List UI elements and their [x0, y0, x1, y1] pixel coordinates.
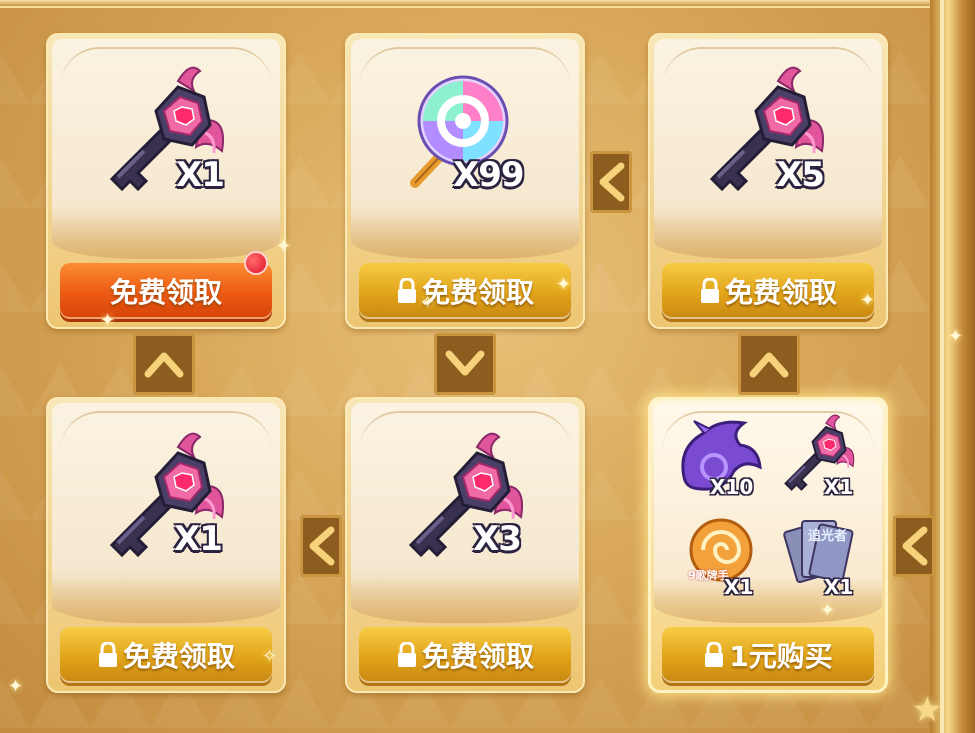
lock-icon [396, 642, 418, 668]
free-claim-button[interactable]: 免费领取 [60, 263, 272, 319]
item-count: X1 [174, 519, 223, 559]
chevron-left-icon [900, 526, 928, 566]
item-count: X1 [724, 575, 754, 599]
reward-card-4: X1 免费领取 [46, 397, 286, 693]
reward-card-5: X3 免费领取 [345, 397, 585, 693]
path-connector-left [893, 515, 935, 577]
reward-card-2: X99 免费领取 [345, 33, 585, 329]
free-claim-button[interactable]: 免费领取 [359, 263, 571, 319]
notification-badge [246, 253, 266, 273]
orb-label: 9歌牌手 [688, 569, 729, 582]
lock-icon [396, 278, 418, 304]
path-connector-down [434, 333, 496, 395]
path-connector-left [300, 515, 342, 577]
lock-icon [699, 278, 721, 304]
free-claim-button[interactable]: 免费领取 [359, 627, 571, 683]
item-count: X5 [776, 155, 825, 195]
top-frame-border [0, 0, 930, 8]
reward-card-1: X1 免费领取 [46, 33, 286, 329]
button-label: 1元购买 [729, 640, 833, 673]
chevron-up-icon [144, 350, 184, 378]
button-label: 免费领取 [421, 640, 534, 673]
chevron-left-icon [307, 526, 335, 566]
right-frame-border [930, 0, 975, 733]
button-label: 免费领取 [122, 640, 235, 673]
item-count: X3 [473, 519, 522, 559]
chevron-left-icon [597, 162, 625, 202]
lock-icon [703, 642, 725, 668]
free-claim-button[interactable]: 免费领取 [662, 263, 874, 319]
item-count: X1 [824, 475, 854, 499]
button-label: 免费领取 [109, 276, 222, 309]
button-label: 免费领取 [421, 276, 534, 309]
button-label: 免费领取 [724, 276, 837, 309]
item-count: X99 [453, 155, 525, 195]
item-count: X1 [824, 575, 854, 599]
path-connector-left [590, 151, 632, 213]
path-connector-up [133, 333, 195, 395]
item-count: X1 [176, 155, 225, 195]
reward-card-6: X10 X1 9歌牌手 X1 追光者 X1 1元购买 [648, 397, 888, 693]
reward-card-3: X5 免费领取 [648, 33, 888, 329]
chevron-up-icon [749, 350, 789, 378]
lock-icon [97, 642, 119, 668]
card-pack-label: 追光者 [808, 529, 848, 544]
chevron-down-icon [445, 350, 485, 378]
path-connector-up [738, 333, 800, 395]
item-count: X10 [710, 475, 754, 499]
free-claim-button[interactable]: 免费领取 [60, 627, 272, 683]
purchase-button[interactable]: 1元购买 [662, 627, 874, 683]
